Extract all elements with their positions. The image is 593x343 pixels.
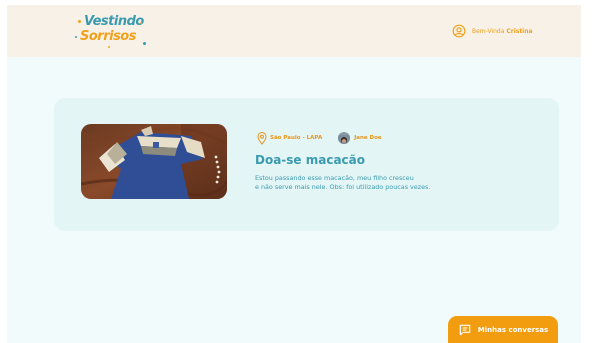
avatar-image xyxy=(338,135,351,144)
logo-dot xyxy=(108,46,110,48)
description-line: e não serve mais nele. Obs: foi utilizad… xyxy=(255,183,431,191)
logo-dot xyxy=(78,20,81,23)
avatar[interactable] xyxy=(338,132,351,144)
post-meta: São Paulo - LAPA Jane Doe xyxy=(257,131,382,145)
location-label[interactable]: São Paulo - LAPA xyxy=(270,135,322,141)
my-conversations-button[interactable]: Minhas conversas xyxy=(448,316,558,343)
app-frame: Vestindo Sorrisos Bem-Vinda Cristina São… xyxy=(7,5,581,343)
my-conversations-label: Minhas conversas xyxy=(477,325,549,334)
post-title[interactable]: Doa-se macacão xyxy=(255,153,365,167)
user-greeting[interactable]: Bem-Vinda Cristina xyxy=(452,23,533,39)
romper-image xyxy=(81,124,227,199)
logo[interactable]: Vestindo Sorrisos xyxy=(75,14,148,50)
user-name[interactable]: Jane Doe xyxy=(354,135,381,141)
logo-dot xyxy=(75,36,77,38)
logo-line-2: Sorrisos xyxy=(80,29,136,44)
greeting-prefix: Bem-Vinda xyxy=(472,27,505,35)
item-photo[interactable] xyxy=(81,124,227,199)
logo-dot xyxy=(143,42,146,45)
post-description: Estou passando esse macacão, meu filho c… xyxy=(255,174,445,192)
user-circle-icon xyxy=(452,24,466,38)
location-pin-icon xyxy=(257,131,267,145)
chat-icon xyxy=(459,324,471,335)
description-line: Estou passando esse macacão, meu filho c… xyxy=(255,174,414,182)
top-bar: Vestindo Sorrisos Bem-Vinda Cristina xyxy=(7,5,581,57)
greeting-text: Bem-Vinda Cristina xyxy=(472,28,533,35)
donation-card[interactable]: São Paulo - LAPA Jane Doe Doa-se macacão… xyxy=(54,98,559,231)
greeting-name: Cristina xyxy=(506,27,533,35)
logo-dot xyxy=(140,22,142,24)
logo-line-1: Vestindo xyxy=(84,14,144,29)
